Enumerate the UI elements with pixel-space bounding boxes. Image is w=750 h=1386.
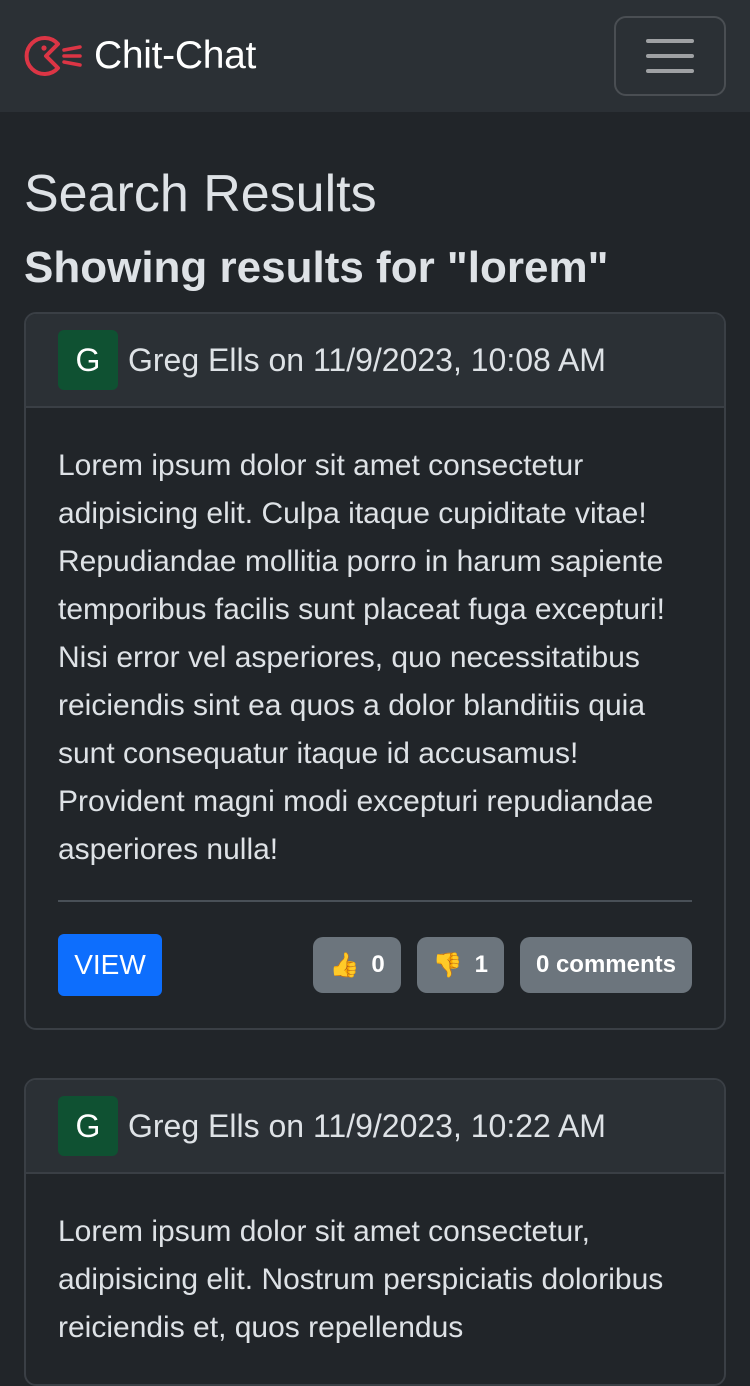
- results-list: G Greg Ells on 11/9/2023, 10:08 AM Lorem…: [24, 312, 726, 1386]
- avatar: G: [58, 1096, 118, 1156]
- hamburger-menu-icon-bar: [646, 69, 694, 73]
- hamburger-menu-button[interactable]: [614, 16, 726, 96]
- comments-badge[interactable]: 0 comments: [519, 937, 692, 993]
- page-title: Search Results: [24, 165, 377, 223]
- dislike-button[interactable]: 👎 1: [416, 937, 504, 993]
- thumbs-down-icon: 👎: [432, 951, 463, 979]
- post-card: G Greg Ells on 11/9/2023, 10:08 AM Lorem…: [24, 312, 726, 1030]
- avatar: G: [58, 330, 118, 390]
- post-header: G Greg Ells on 11/9/2023, 10:08 AM: [26, 314, 724, 408]
- post-meta: Greg Ells on 11/9/2023, 10:08 AM: [128, 341, 606, 378]
- like-count: 0: [371, 951, 385, 978]
- chit-chat-logo-icon: [24, 36, 82, 76]
- hamburger-menu-icon-bar: [646, 54, 694, 58]
- comments-count: 0 comments: [535, 951, 676, 978]
- dislike-count: 1: [474, 951, 488, 978]
- post-stats: 👍 0 👎 1 0 comments: [313, 937, 692, 993]
- navbar: Chit-Chat: [0, 0, 750, 112]
- post-body: Lorem ipsum dolor sit amet consectetur a…: [26, 408, 724, 1028]
- brand[interactable]: Chit-Chat: [24, 34, 256, 78]
- hamburger-menu-icon: [646, 39, 694, 43]
- main-content: Search Results Showing results for "lore…: [24, 112, 726, 1386]
- thumbs-up-icon: 👍: [329, 951, 360, 979]
- post-text: Lorem ipsum dolor sit amet consectetur a…: [58, 449, 665, 866]
- post-text: Lorem ipsum dolor sit amet consectetur, …: [58, 1215, 664, 1344]
- page-subtitle: Showing results for "lorem": [24, 243, 609, 292]
- post-header: G Greg Ells on 11/9/2023, 10:22 AM: [26, 1080, 724, 1174]
- divider: [58, 900, 692, 902]
- like-button[interactable]: 👍 0: [313, 937, 401, 993]
- post-body: Lorem ipsum dolor sit amet consectetur, …: [26, 1174, 724, 1384]
- view-button[interactable]: VIEW: [58, 934, 162, 996]
- post-meta: Greg Ells on 11/9/2023, 10:22 AM: [128, 1107, 606, 1144]
- post-actions: VIEW 👍 0 👎 1 0 comments: [58, 934, 692, 996]
- post-card: G Greg Ells on 11/9/2023, 10:22 AM Lorem…: [24, 1078, 726, 1386]
- brand-name: Chit-Chat: [94, 34, 257, 77]
